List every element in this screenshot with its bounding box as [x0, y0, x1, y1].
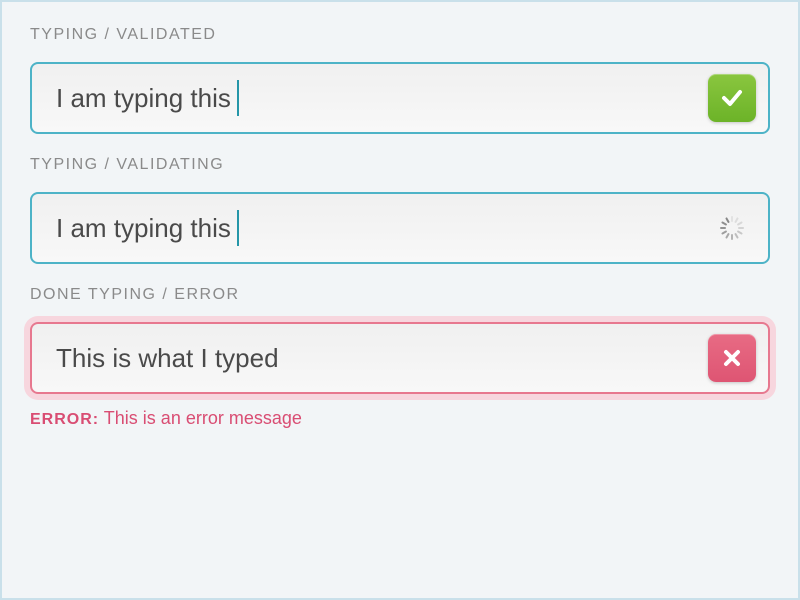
close-icon[interactable] [708, 334, 756, 382]
input-wrapper-validating[interactable]: I am typing this [30, 192, 770, 264]
input-content-error[interactable]: This is what I typed [56, 343, 708, 374]
input-content-validated[interactable]: I am typing this [56, 80, 708, 116]
field-label-validated: TYPING / VALIDATED [30, 26, 770, 44]
input-wrapper-error[interactable]: This is what I typed [30, 322, 770, 394]
input-content-validating[interactable]: I am typing this [56, 210, 720, 246]
input-text-validated: I am typing this [56, 83, 231, 114]
field-label-error: DONE TYPING / ERROR [30, 286, 770, 304]
error-message: ERROR: This is an error message [30, 408, 770, 429]
input-text-validating: I am typing this [56, 213, 231, 244]
field-group-validating: TYPING / VALIDATING I am typing this [30, 156, 770, 264]
input-wrapper-validated[interactable]: I am typing this [30, 62, 770, 134]
field-group-error: DONE TYPING / ERROR This is what I typed… [30, 286, 770, 429]
error-prefix: ERROR: [30, 411, 99, 428]
input-text-error: This is what I typed [56, 343, 279, 374]
field-group-validated: TYPING / VALIDATED I am typing this [30, 26, 770, 134]
checkmark-icon [708, 74, 756, 122]
text-cursor [237, 80, 239, 116]
spinner-icon [720, 216, 744, 240]
error-text: This is an error message [104, 408, 302, 428]
text-cursor [237, 210, 239, 246]
field-label-validating: TYPING / VALIDATING [30, 156, 770, 174]
